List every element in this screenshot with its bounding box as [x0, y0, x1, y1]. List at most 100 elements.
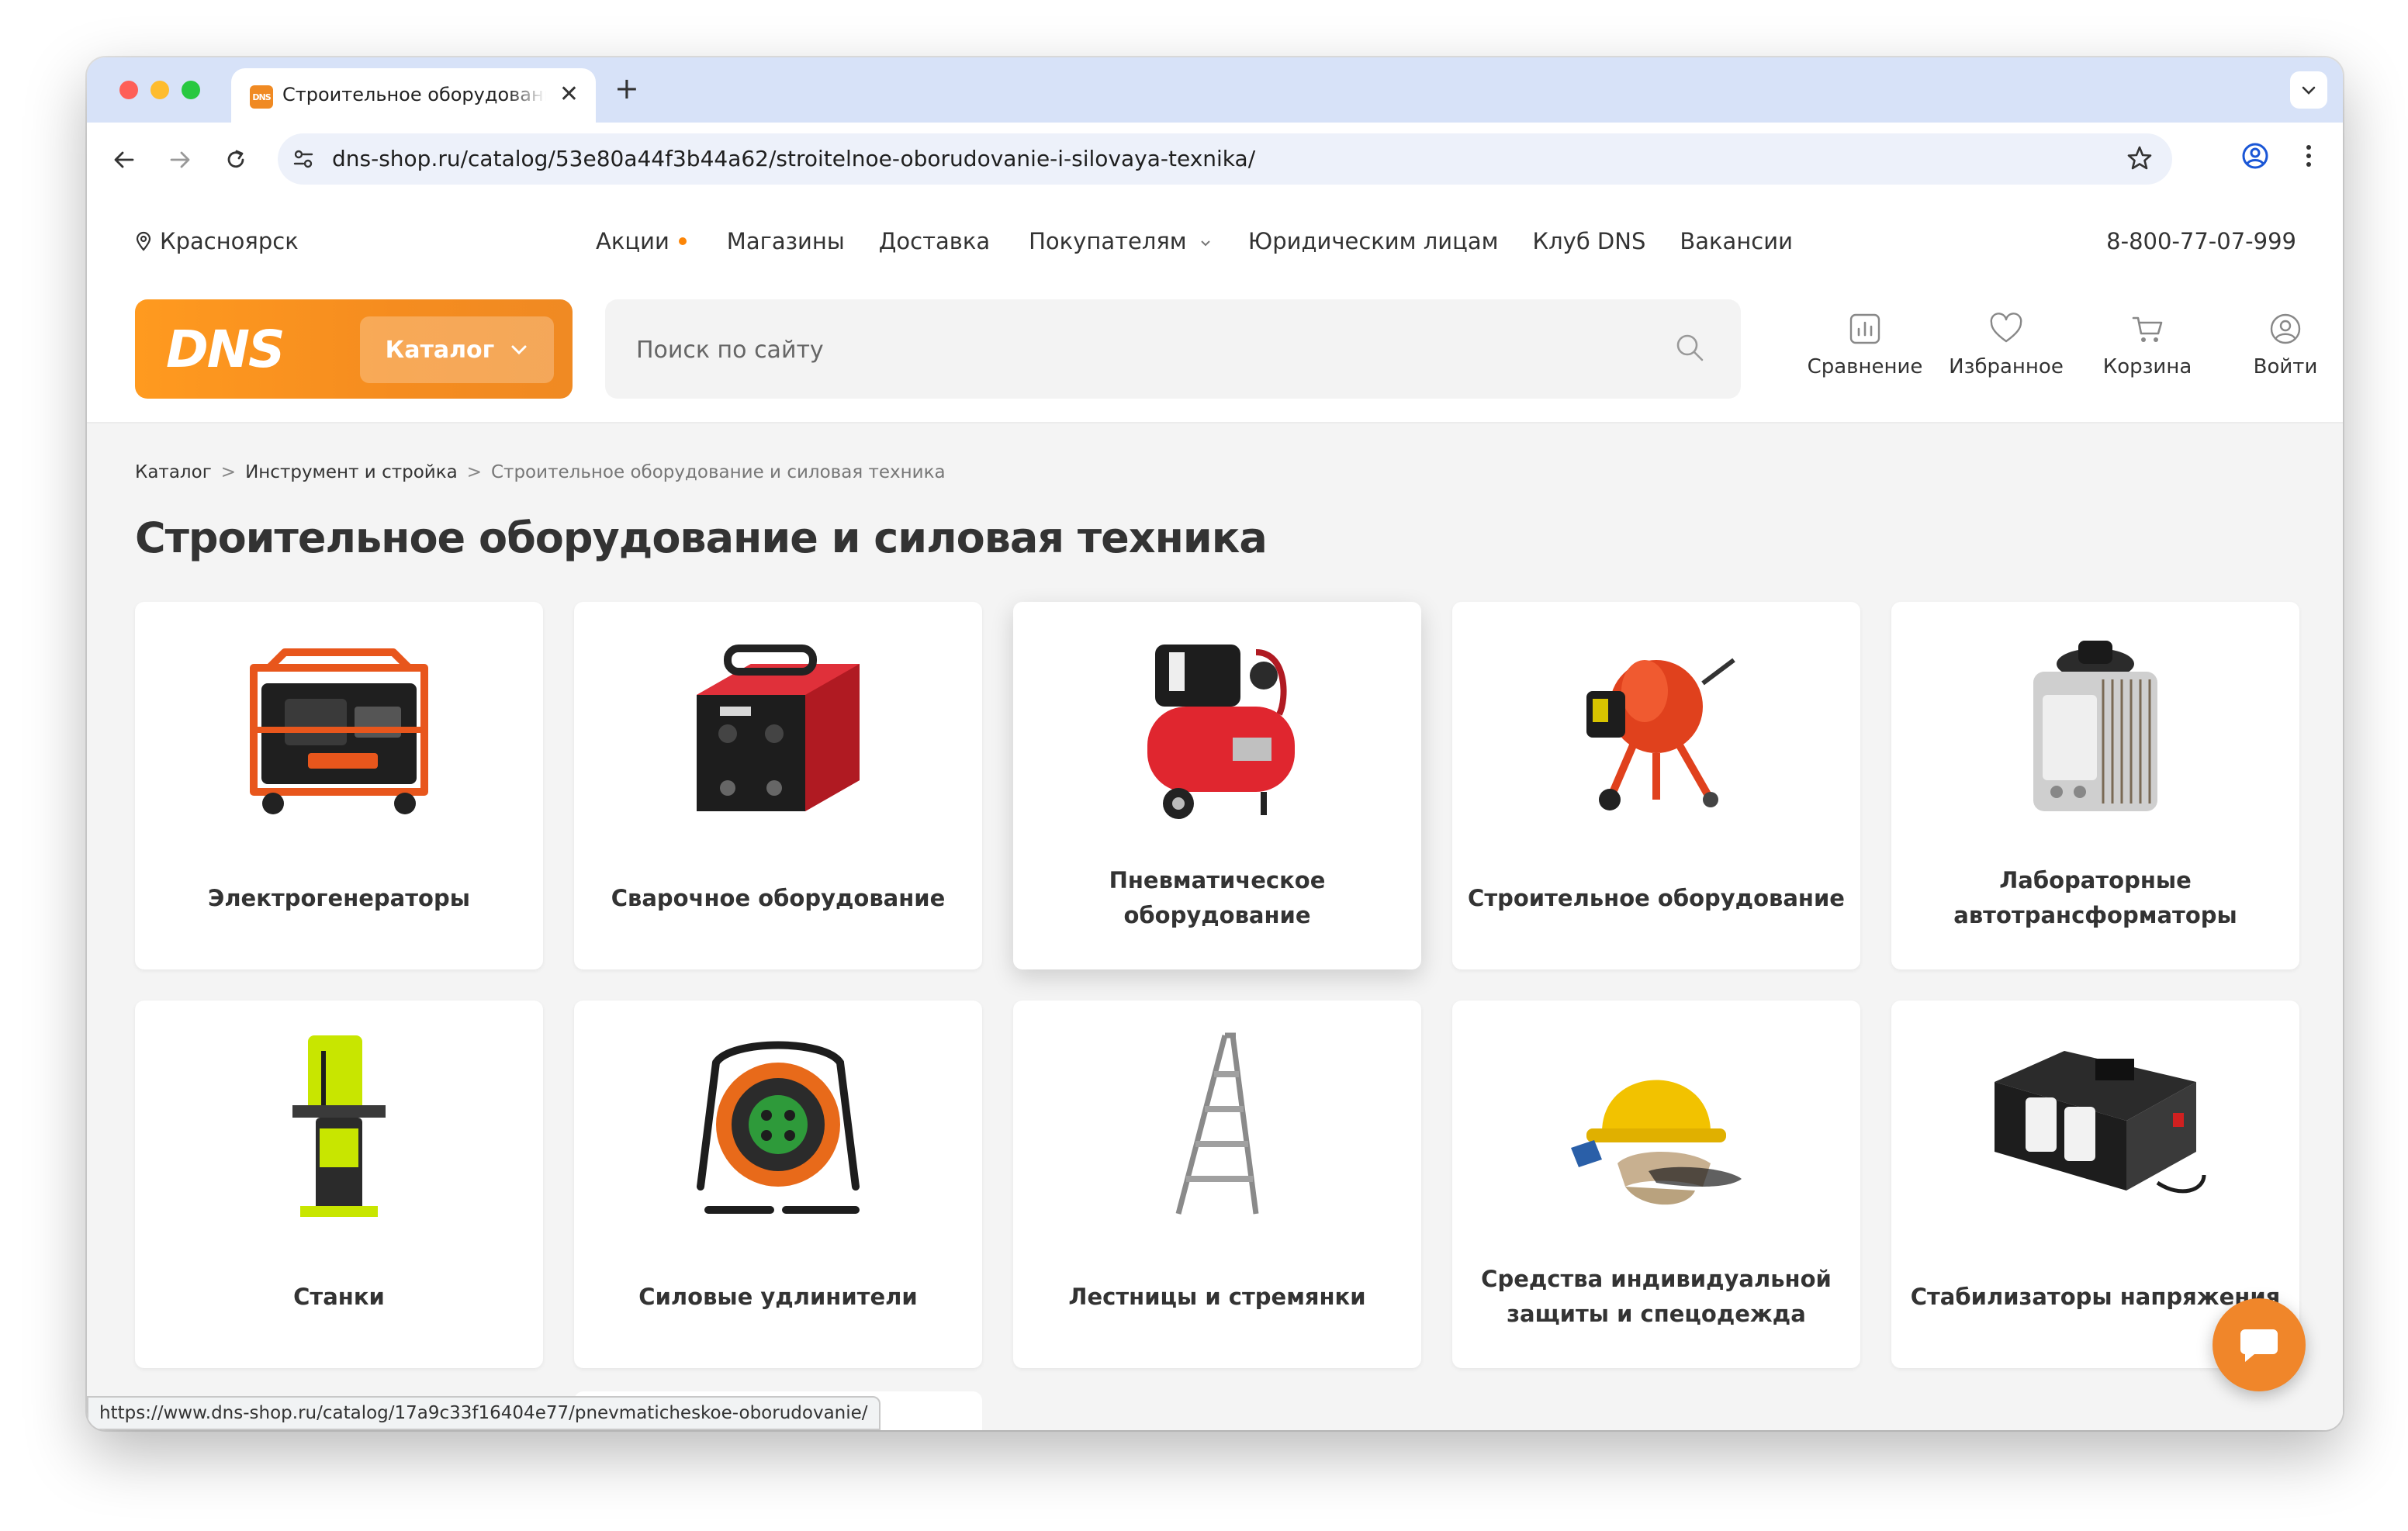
tab-search-button[interactable]	[2290, 71, 2327, 109]
nav-dns-club[interactable]: Клуб DNS	[1533, 228, 1646, 254]
browser-toolbar: dns-shop.ru/catalog/53e80a44f3b44a62/str…	[87, 123, 2343, 199]
category-label: Электрогенераторы	[208, 884, 470, 911]
reload-button[interactable]	[219, 143, 253, 177]
cart-icon	[2132, 316, 2163, 342]
site-header: Красноярск Акции Магазины Доставка Покуп…	[87, 197, 2343, 423]
nav-legal-entities[interactable]: Юридическим лицам	[1248, 228, 1499, 254]
stabilizer-image	[1979, 1024, 2212, 1233]
close-tab-icon[interactable]: ✕	[559, 81, 579, 108]
category-label: Сварочное оборудование	[611, 884, 946, 911]
chat-bubble-icon	[2240, 1329, 2278, 1362]
cable-reel-image	[662, 1024, 894, 1233]
category-card-welding[interactable]: Сварочное оборудование	[574, 602, 982, 969]
user-icon	[2270, 313, 2301, 344]
category-card-ladders[interactable]: Лестницы и стремянки	[1013, 1001, 1421, 1368]
compare-button[interactable]: Сравнение	[1803, 312, 1927, 378]
category-card-autotransformers[interactable]: Лабораторные автотрансформаторы	[1891, 602, 2299, 969]
promo-dot-icon	[678, 237, 687, 245]
chevron-down-icon	[511, 345, 527, 355]
close-window-button[interactable]	[119, 81, 138, 99]
location-pin-icon	[136, 231, 151, 251]
heart-icon	[1990, 313, 2022, 343]
nav-delivery[interactable]: Доставка	[879, 228, 990, 254]
compare-icon	[1849, 313, 1880, 344]
category-card-machines[interactable]: Станки	[135, 1001, 543, 1368]
ladder-image	[1101, 1024, 1334, 1233]
new-tab-icon[interactable]: +	[614, 71, 639, 105]
cart-label: Корзина	[2102, 355, 2192, 378]
logo-catalog-block: DNS Каталог	[135, 299, 573, 399]
category-card-extensions[interactable]: Силовые удлинители	[574, 1001, 982, 1368]
address-bar[interactable]: dns-shop.ru/catalog/53e80a44f3b44a62/str…	[278, 133, 2172, 185]
nav-promotions[interactable]: Акции	[596, 228, 687, 254]
city-name: Красноярск	[160, 228, 299, 254]
phone-number[interactable]: 8-800-77-07-999	[2106, 228, 2296, 254]
maximize-window-button[interactable]	[182, 81, 200, 99]
search-input[interactable]	[635, 326, 1646, 374]
profile-icon[interactable]	[2240, 141, 2270, 171]
category-label: Лестницы и стремянки	[1068, 1283, 1366, 1310]
page-title: Строительное оборудование и силовая техн…	[135, 513, 1268, 562]
chevron-down-icon	[1201, 240, 1210, 247]
dns-favicon-icon: DNS	[250, 85, 273, 109]
category-label: Силовые удлинители	[638, 1283, 918, 1310]
active-tab[interactable]: DNS Строительное оборудование и силовая …	[231, 68, 596, 123]
category-label: Пневматическое оборудование	[1109, 867, 1326, 928]
breadcrumb-tools[interactable]: Инструмент и стройка	[245, 462, 458, 482]
category-label: Средства индивидуальной защиты и спецоде…	[1481, 1266, 1832, 1327]
login-button[interactable]: Войти	[2223, 312, 2343, 378]
breadcrumb: Каталог > Инструмент и стройка > Строительно…	[135, 462, 946, 482]
nav-label: Акции	[596, 228, 669, 254]
category-card-construction[interactable]: Строительное оборудование	[1452, 602, 1860, 969]
top-navigation: Акции Магазины Доставка Покупателям Юрид…	[596, 228, 1793, 254]
site-search	[605, 299, 1741, 399]
bookmark-star-icon[interactable]	[2126, 144, 2154, 172]
tab-strip: DNS Строительное оборудование и силовая …	[87, 57, 2343, 123]
url-text[interactable]: dns-shop.ru/catalog/53e80a44f3b44a62/str…	[332, 146, 1255, 171]
arrow-right-icon	[170, 151, 190, 168]
bandsaw-image	[223, 1024, 455, 1233]
tab-title: Строительное оборудование и силовая техн…	[282, 84, 546, 105]
favorites-label: Избранное	[1949, 355, 2064, 378]
compare-label: Сравнение	[1807, 355, 1923, 378]
site-settings-icon[interactable]	[292, 147, 315, 171]
breadcrumb-separator: >	[466, 462, 482, 482]
compressor-image	[1101, 625, 1334, 835]
link-status-bar: https://www.dns-shop.ru/catalog/17a9c33f…	[87, 1396, 881, 1430]
browser-window: DNS Строительное оборудование и силовая …	[87, 57, 2343, 1430]
nav-customers[interactable]: Покупателям	[1029, 228, 1213, 254]
nav-label: Покупателям	[1029, 228, 1187, 254]
cart-button[interactable]: Корзина	[2085, 312, 2209, 378]
more-menu-icon[interactable]	[2299, 141, 2318, 171]
arrow-left-icon	[114, 151, 134, 168]
catalog-button[interactable]: Каталог	[360, 316, 554, 383]
page-content: Красноярск Акции Магазины Доставка Покуп…	[87, 197, 2343, 1430]
breadcrumb-separator: >	[220, 462, 237, 482]
city-selector[interactable]: Красноярск	[135, 228, 299, 254]
back-button[interactable]	[107, 143, 141, 177]
welder-image	[662, 625, 894, 835]
minimize-window-button[interactable]	[150, 81, 169, 99]
forward-button[interactable]	[163, 143, 197, 177]
concrete-mixer-image	[1540, 625, 1773, 835]
hard-hat-image	[1540, 1024, 1773, 1233]
category-label: Станки	[293, 1283, 385, 1310]
nav-vacancies[interactable]: Вакансии	[1680, 228, 1793, 254]
breadcrumb-current: Строительное оборудование и силовая техн…	[491, 462, 946, 482]
breadcrumb-catalog[interactable]: Каталог	[135, 462, 212, 482]
favorites-button[interactable]: Избранное	[1944, 312, 2068, 378]
chat-button[interactable]	[2213, 1298, 2306, 1391]
category-card-pneumatic[interactable]: Пневматическое оборудование	[1013, 602, 1421, 969]
category-card-generators[interactable]: Электрогенераторы	[135, 602, 543, 969]
autotransformer-image	[1979, 625, 2212, 835]
login-label: Войти	[2253, 355, 2318, 378]
nav-stores[interactable]: Магазины	[727, 228, 845, 254]
search-icon[interactable]	[1674, 332, 1707, 365]
category-label: Лабораторные автотрансформаторы	[1953, 867, 2237, 928]
dns-logo[interactable]: DNS	[166, 320, 285, 379]
chevron-down-icon	[2302, 86, 2316, 95]
generator-image	[223, 625, 455, 835]
category-card-ppe[interactable]: Средства индивидуальной защиты и спецоде…	[1452, 1001, 1860, 1368]
reload-icon	[227, 150, 244, 168]
category-label: Строительное оборудование	[1468, 884, 1845, 911]
